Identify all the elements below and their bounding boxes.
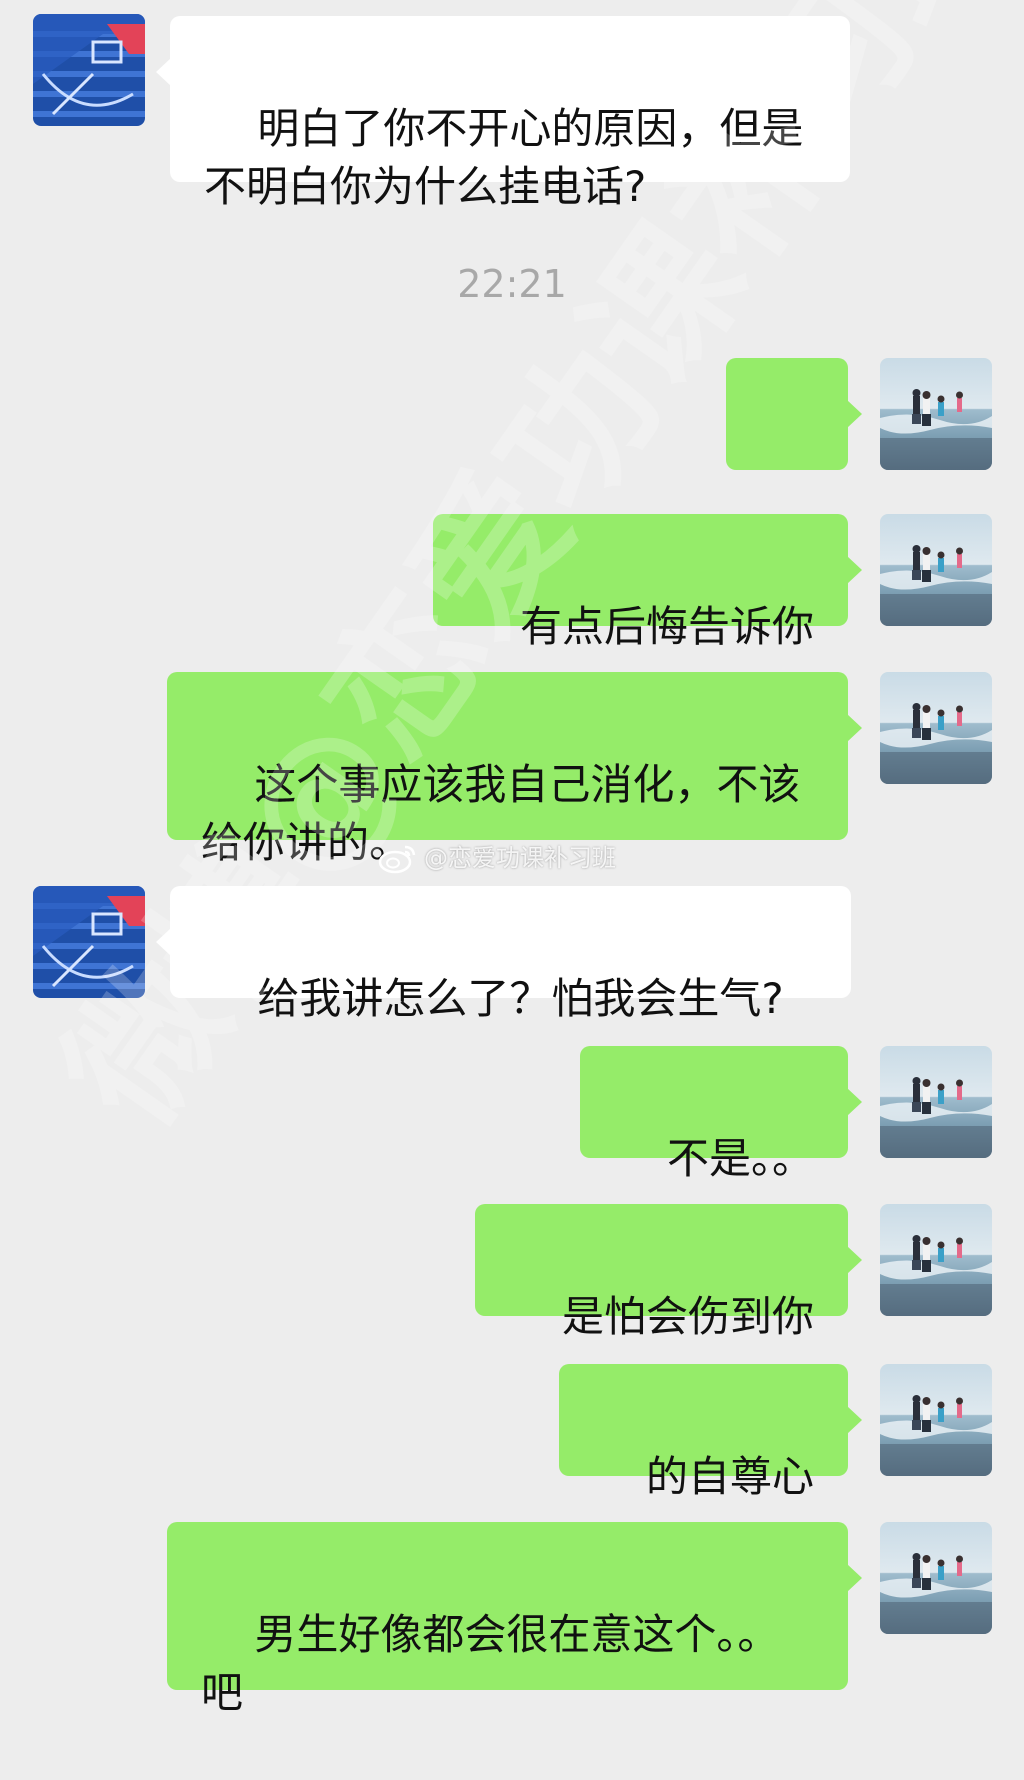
- received-message-bubble[interactable]: 明白了你不开心的原因，但是 不明白你为什么挂电话?: [156, 16, 850, 211]
- message-text: 是怕会伤到你: [561, 1292, 814, 1341]
- contact-avatar[interactable]: [33, 886, 145, 998]
- chat-area: 明白了你不开心的原因，但是 不明白你为什么挂电话? 22:21 有点后悔告诉你 …: [0, 0, 1024, 1717]
- watermark-handle: @恋爱功课补习班: [424, 844, 616, 872]
- user-avatar[interactable]: [880, 1046, 992, 1158]
- user-avatar[interactable]: [880, 672, 992, 784]
- user-avatar[interactable]: [880, 514, 992, 626]
- sent-message-bubble[interactable]: 是怕会伤到你: [474, 1204, 863, 1341]
- sent-message-bubble[interactable]: 这个事应该我自己消化，不该 给你讲的。: [167, 672, 862, 867]
- sent-message-bubble[interactable]: 的自尊心: [558, 1364, 863, 1501]
- message-text: 不是。。: [666, 1134, 814, 1183]
- sent-message-bubble[interactable]: 不是。。: [579, 1046, 863, 1183]
- message-text: 明白了你不开心的原因，但是 不明白你为什么挂电话?: [204, 104, 804, 211]
- message-text: 有点后悔告诉你: [519, 602, 814, 651]
- weibo-icon: [378, 845, 416, 874]
- weibo-watermark: @恋爱功课补习班: [378, 838, 616, 878]
- user-avatar[interactable]: [880, 358, 992, 470]
- timestamp: 22:21: [457, 262, 567, 306]
- message-text: 的自尊心: [645, 1452, 814, 1501]
- message-text: 给我讲怎么了？怕我会生气?: [257, 974, 784, 1023]
- sent-message-bubble[interactable]: 有点后悔告诉你: [432, 514, 863, 651]
- received-message-bubble[interactable]: 给我讲怎么了？怕我会生气?: [156, 886, 851, 1023]
- user-avatar[interactable]: [880, 1364, 992, 1476]
- user-avatar[interactable]: [880, 1204, 992, 1316]
- sent-message-bubble[interactable]: 男生好像都会很在意这个。。 吧: [167, 1522, 862, 1717]
- contact-avatar[interactable]: [33, 14, 145, 126]
- sent-emoji-bubble[interactable]: [726, 358, 862, 558]
- message-text: 男生好像都会很在意这个。。 吧: [201, 1610, 780, 1717]
- user-avatar[interactable]: [880, 1522, 992, 1634]
